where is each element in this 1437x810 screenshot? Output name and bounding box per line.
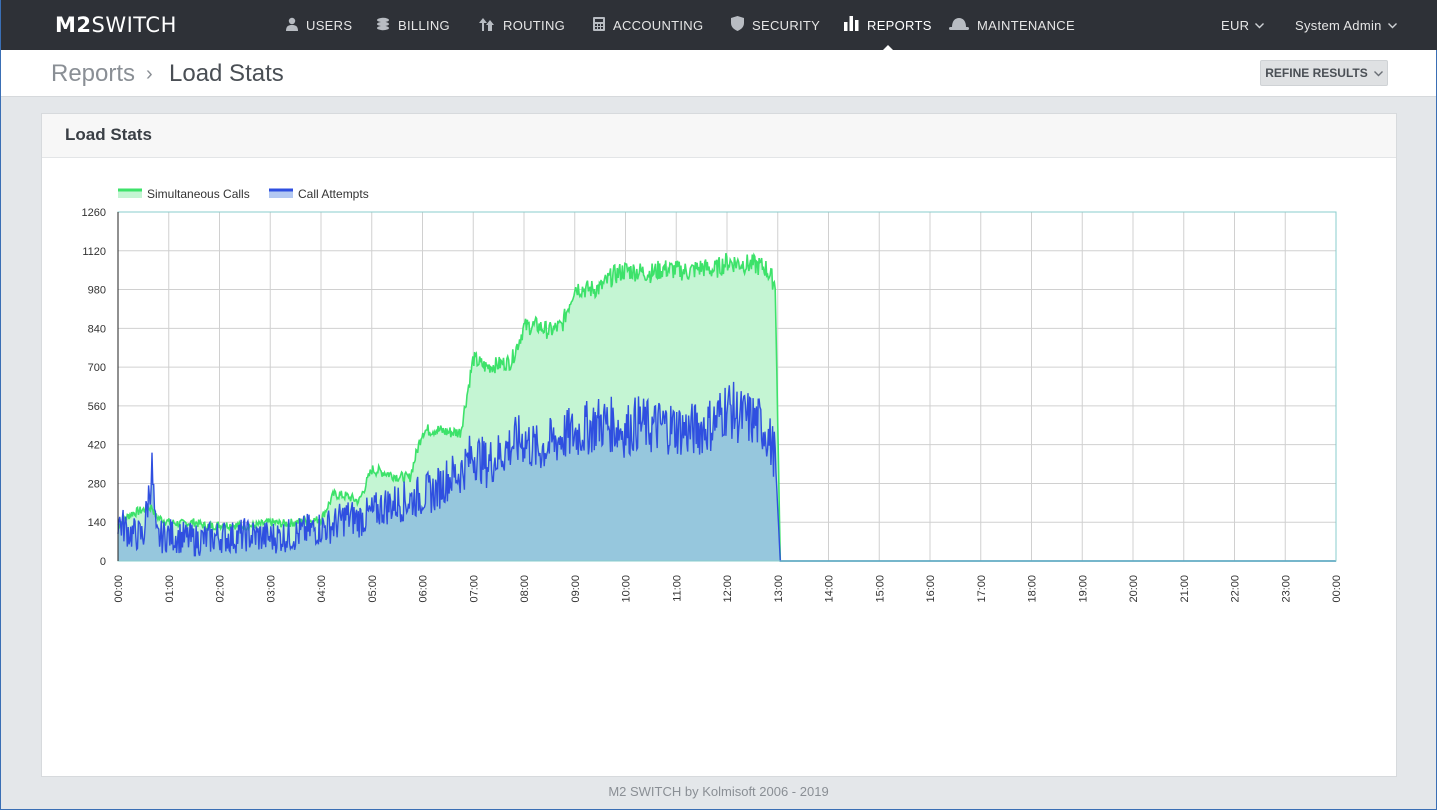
load-stats-panel: Load Stats 0 140 280 420 560 700 840 980 1120 126…	[41, 113, 1397, 777]
chevron-down-icon	[1255, 20, 1265, 32]
currency-value: EUR	[1221, 17, 1250, 33]
currency-dropdown[interactable]: EUR	[1221, 0, 1265, 50]
user-menu[interactable]: System Admin	[1295, 0, 1397, 50]
breadcrumb-separator: ›	[146, 63, 153, 85]
x-tick-label: 04:00	[316, 575, 328, 603]
x-tick-label: 03:00	[265, 575, 277, 603]
x-tick-label: 05:00	[367, 575, 379, 603]
x-tick-label: 16:00	[925, 575, 937, 603]
user-name: System Admin	[1295, 17, 1382, 33]
y-tick-label: 560	[88, 401, 106, 413]
nav-users-label: USERS	[306, 17, 353, 33]
hard-hat-icon	[949, 17, 969, 34]
x-tick-label: 22:00	[1230, 575, 1242, 603]
chevron-down-icon	[1373, 68, 1383, 80]
calculator-icon	[593, 16, 605, 34]
nav-routing-label: ROUTING	[503, 17, 566, 33]
breadcrumb-reports-link[interactable]: Reports	[51, 60, 135, 88]
x-tick-label: 19:00	[1077, 575, 1089, 603]
x-tick-label: 01:00	[164, 575, 176, 603]
nav-reports-label: REPORTS	[867, 17, 932, 33]
logo-light: SWITCH	[91, 13, 177, 37]
x-tick-label: 08:00	[519, 575, 531, 603]
x-tick-label: 11:00	[671, 575, 683, 602]
y-tick-label: 700	[88, 362, 106, 374]
coins-icon	[376, 17, 390, 34]
chevron-down-icon	[1387, 20, 1397, 32]
y-tick-label: 0	[100, 556, 106, 568]
nav-users[interactable]: USERS	[286, 0, 352, 50]
y-tick-label: 1120	[82, 246, 106, 258]
nav-accounting[interactable]: ACCOUNTING	[593, 0, 703, 50]
load-stats-chart: 0 140 280 420 560 700 840 980 1120 1260 00:00 01:00…	[82, 187, 1343, 603]
x-tick-label: 10:00	[621, 575, 633, 603]
x-tick-label: 23:00	[1280, 575, 1292, 603]
refine-results-button[interactable]: REFINE RESULTS	[1260, 60, 1388, 86]
x-tick-label: 00:00	[1331, 575, 1343, 603]
y-tick-label: 140	[88, 517, 106, 529]
nav-security-label: SECURITY	[752, 17, 821, 33]
bar-chart-icon	[844, 16, 859, 34]
legend-label-simultaneous: Simultaneous Calls	[147, 187, 250, 201]
nav-reports[interactable]: REPORTS	[844, 0, 932, 50]
x-tick-label: 15:00	[874, 575, 886, 603]
x-tick-label: 12:00	[722, 575, 734, 603]
x-tick-label: 18:00	[1027, 575, 1039, 603]
y-tick-label: 980	[88, 285, 106, 297]
logo-bold: M2	[55, 13, 92, 37]
nav-maintenance[interactable]: MAINTENANCE	[949, 0, 1075, 50]
y-tick-label: 1260	[82, 207, 106, 219]
y-tick-label: 280	[88, 478, 106, 490]
x-tick-label: 17:00	[976, 575, 988, 603]
page-title: Load Stats	[169, 60, 284, 87]
nav-routing[interactable]: ROUTING	[477, 0, 565, 50]
x-tick-label: 20:00	[1128, 575, 1140, 603]
y-tick-label: 840	[88, 323, 106, 335]
top-navbar: M2SWITCH USERS BILLING ROUTING ACCOUNTIN…	[1, 0, 1437, 50]
footer: M2 SWITCH by Kolmisoft 2006 - 2019	[1, 784, 1436, 799]
nav-billing[interactable]: BILLING	[376, 0, 450, 50]
x-tick-label: 02:00	[215, 575, 227, 603]
routing-arrows-icon	[477, 17, 495, 34]
shield-icon	[731, 16, 744, 34]
nav-billing-label: BILLING	[398, 17, 450, 33]
refine-results-label: REFINE RESULTS	[1265, 66, 1368, 80]
x-tick-label: 21:00	[1179, 575, 1191, 603]
x-tick-label: 00:00	[113, 575, 125, 603]
breadcrumb: Reports › Load Stats REFINE RESULTS	[1, 50, 1436, 97]
app-logo[interactable]: M2SWITCH	[55, 13, 177, 37]
nav-accounting-label: ACCOUNTING	[613, 17, 704, 33]
legend-label-attempts: Call Attempts	[298, 187, 369, 201]
user-icon	[286, 17, 298, 34]
nav-security[interactable]: SECURITY	[731, 0, 820, 50]
x-tick-label: 13:00	[773, 575, 785, 603]
footer-text: M2 SWITCH by Kolmisoft 2006 - 2019	[608, 784, 829, 799]
x-tick-label: 07:00	[468, 575, 480, 603]
x-tick-label: 09:00	[570, 575, 582, 603]
x-tick-label: 14:00	[824, 575, 836, 603]
x-tick-label: 06:00	[418, 575, 430, 603]
nav-maintenance-label: MAINTENANCE	[977, 17, 1075, 33]
y-tick-label: 420	[88, 440, 106, 452]
